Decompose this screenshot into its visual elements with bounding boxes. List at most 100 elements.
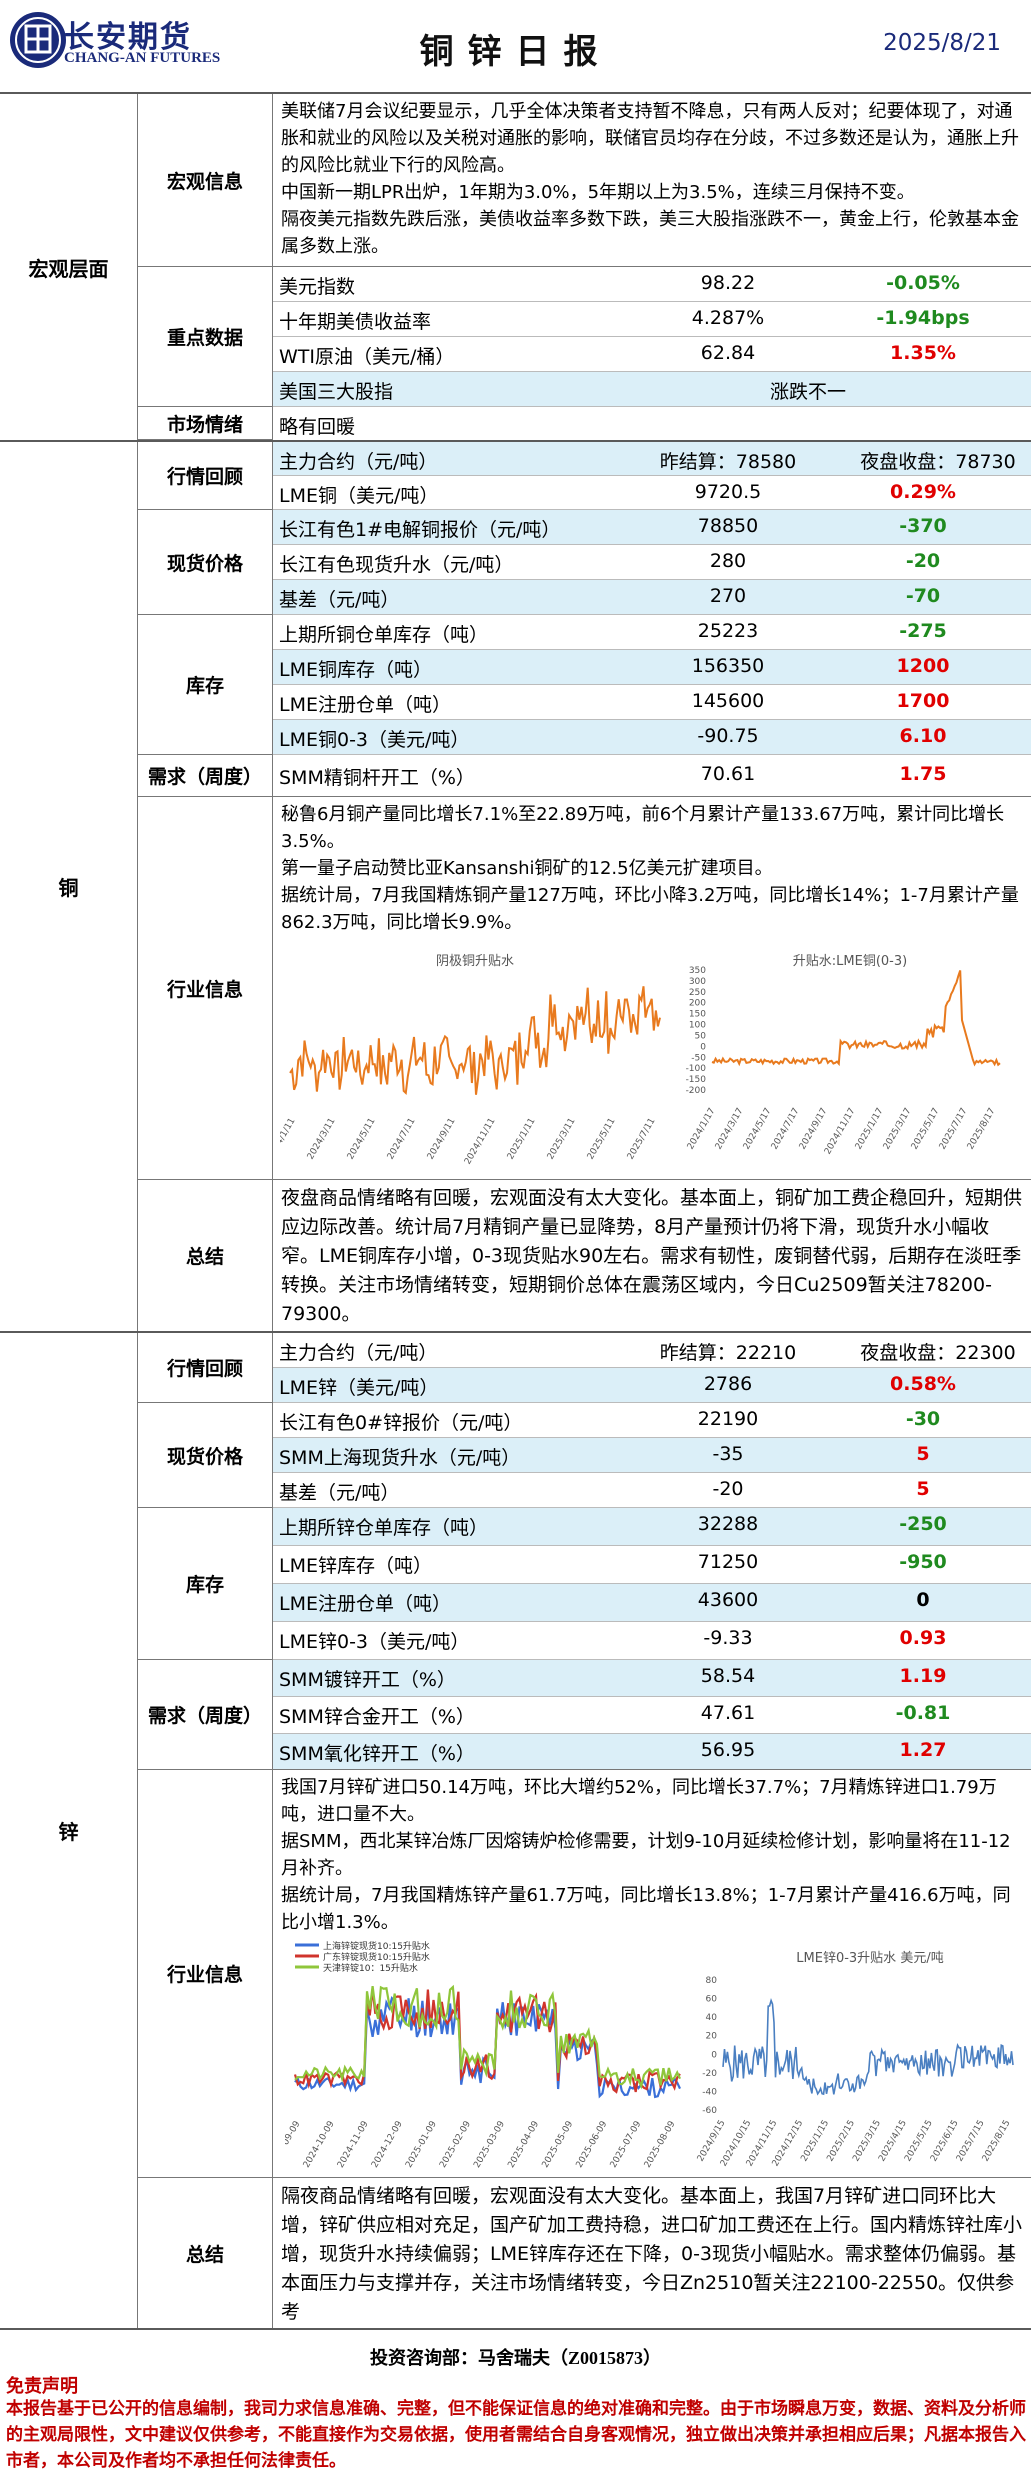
zn-spot-row: SMM上海现货升水（元/吨） -35 5 [273,1438,1031,1473]
lme-cu-y-tick: -200 [686,1086,707,1096]
sentiment-row: 略有回暖 [279,416,356,438]
zn-spot-x-tick: 2025-05-09 [541,2119,576,2170]
cu-industry-label: 行业信息 [138,797,273,1180]
macro-info-label: 宏观信息 [138,94,273,267]
lme-cu-y-tick: 300 [689,977,706,987]
zn-spot-x-tick: 2024-11-09 [336,2119,371,2170]
zn-spot-x-tick: 2025-08-09 [643,2119,678,2170]
zn-spot-label: 现货价格 [138,1403,273,1508]
zn-stock-label: 库存 [138,1508,273,1660]
zn-industry-paragraph: 据统计局，7月我国精炼锌产量61.7万吨，同比增长13.8%；1-7月累计产量4… [281,1885,1011,1933]
lme-cu-y-tick: 200 [689,999,706,1009]
zn-demand-row: SMM氧化锌开工（%） 56.95 1.27 [273,1734,1031,1770]
cu-basis-series-line [289,986,661,1095]
lme-cu-y-tick: -150 [686,1075,707,1085]
cu-spot-row: 基差（元/吨） 270 -70 [273,580,1031,615]
cu-stock-row: LME铜库存（吨） 156350 1200 [273,650,1031,685]
lme-cu-y-tick: 0 [700,1042,706,1052]
cu-spot-row: 长江有色现货升水（元/吨） 280 -20 [273,545,1031,580]
cu-spot-row: 长江有色1#电解铜报价（元/吨） 78850 -370 [273,510,1031,545]
zn-spot-row: 基差（元/吨） -20 5 [273,1473,1031,1508]
cu-industry-paragraph: 第一量子启动赞比亚Kansanshi铜矿的12.5亿美元扩建项目。 [281,858,773,879]
zn-spot-x-tick: 2025-01-09 [404,2119,439,2170]
zn-spot-legend-label: 天津锌锭10：15升贴水 [323,1962,418,1974]
macro-paragraph: 美联储7月会议纪要显示，几乎全体决策者支持暂不降息，只有两人反对；纪要体现了，对… [281,101,1019,176]
zn-spot-series-line [294,1984,682,2090]
lme-zn-y-tick: -20 [702,2069,717,2079]
zn-market-label: 行情回顾 [138,1333,273,1403]
cu-basis-x-tick: 2025/1/11 [506,1117,538,1162]
macro-section-label: 宏观层面 [0,94,138,440]
cu-basis-x-tick: 2025/5/11 [586,1117,618,1162]
lme-cu-x-tick: 2025/7/17 [938,1107,970,1152]
key-data-row: WTI原油（美元/桶） 62.84 1.35% [273,337,1031,372]
lme-cu-y-tick: 250 [689,988,706,998]
lme-zn-y-tick: 20 [706,2032,718,2042]
zn-spot-x-tick: 2025-02-09 [438,2119,473,2170]
zn-spot-x-tick: 2025-06-09 [575,2119,610,2170]
zn-spot-x-tick: 2025-04-09 [506,2119,541,2170]
zinc-section-label: 锌 [0,1333,138,2328]
report-title: 铜锌日报 [419,32,612,72]
cu-stock-label: 库存 [138,615,273,755]
zn-spot-x-tick: 2025-07-09 [609,2119,644,2170]
lme-cu-x-tick: 2025/3/17 [882,1107,914,1152]
key-data-row: 美国三大股指 涨跌不一 [273,372,1031,407]
key-data-row: 十年期美债收益率 4.287% -1.94bps [273,302,1031,337]
cu-basis-chart-title: 阴极铜升贴水 [436,954,514,969]
zn-spot-series-line [294,1995,681,2099]
cu-stock-row: LME铜0-3（美元/吨） -90.75 6.10 [273,720,1031,755]
lme-cu-y-tick: -50 [691,1053,706,1063]
zn-spot-row: 长江有色0#锌报价（元/吨） 22190 -30 [273,1403,1031,1438]
zn-market-row: 主力合约（元/吨） 昨结算：22210 夜盘收盘：22300 [273,1333,1031,1368]
lme-zn-chart: LME锌0-3升贴水 美元/吨 806040200-20-40-60 2024/… [695,1940,1020,2170]
zn-spot-series-line [293,1988,681,2094]
cu-market-label: 行情回顾 [138,442,273,510]
cu-basis-x-tick: 2025/7/11 [626,1117,658,1162]
zn-summary-label: 总结 [138,2178,273,2328]
cu-stock-row: LME注册仓单（吨） 145600 1700 [273,685,1031,720]
lme-cu-chart-title: 升贴水:LME铜(0-3) [793,954,907,969]
zn-industry-label: 行业信息 [138,1770,273,2178]
lme-cu-x-tick: 2024/5/17 [742,1107,774,1152]
cu-basis-x-tick: 2024/1/11 [280,1117,298,1162]
cu-spot-label: 现货价格 [138,510,273,615]
key-data-label: 重点数据 [138,267,273,407]
lme-cu-x-tick: 2024/1/17 [686,1107,718,1152]
zn-demand-label: 需求（周度） [138,1660,273,1770]
consult-line: 投资咨询部：马舍瑞夫（Z0015873） [369,2348,661,2368]
macro-paragraph: 中国新一期LPR出炉，1年期为3.0%，5年期以上为3.5%，连续三月保持不变。 [281,182,915,203]
key-data-row: 美元指数 98.22 -0.05% [273,267,1031,302]
lme-cu-x-tick: 2025/8/17 [966,1107,998,1152]
cu-summary-text: 夜盘商品情绪略有回暖，宏观面没有太大变化。基本面上，铜矿加工费企稳回升，短期供应… [281,1187,1023,1325]
sentiment-label: 市场情绪 [138,407,273,440]
lme-cu-chart: 升贴水:LME铜(0-3) 350300250200150100500-50-1… [680,940,1020,1170]
cu-basis-x-tick: 2024/11/11 [463,1117,498,1167]
cu-market-row: 主力合约（元/吨） 昨结算：78580 夜盘收盘：78730 [273,442,1031,476]
cu-basis-x-tick: 2024/7/11 [386,1117,418,1162]
zn-stock-row: LME锌0-3（美元/吨） -9.33 0.93 [273,1622,1031,1660]
zn-spot-x-tick: 2024-09-09 [285,2119,303,2170]
zn-stock-row: LME注册仓单（吨） 43600 0 [273,1584,1031,1622]
lme-cu-y-tick: 150 [689,1010,706,1020]
lme-cu-y-tick: 50 [695,1031,707,1041]
lme-zn-series-line [722,1997,1014,2096]
zn-industry-paragraph: 据SMM，西北某锌冶炼厂因熔铸炉检修需要，计划9-10月延续检修计划，影响量将在… [281,1831,1011,1879]
zn-spot-x-tick: 2024-10-09 [302,2119,337,2170]
report-date: 2025/8/21 [883,30,1001,56]
zn-stock-row: LME锌库存（吨） 71250 -950 [273,1546,1031,1584]
lme-cu-series-line [711,970,1001,1067]
zn-market-row: LME锌（美元/吨） 2786 0.58% [273,1368,1031,1403]
copper-section-label: 铜 [0,442,138,1331]
lme-cu-y-tick: 100 [689,1021,706,1031]
disclaimer-title: 免责声明 [6,2376,78,2396]
cu-basis-x-tick: 2024/5/11 [346,1117,378,1162]
lme-zn-y-tick: 40 [706,2013,718,2023]
lme-cu-x-tick: 2024/11/17 [823,1107,858,1157]
zn-spot-x-tick: 2025-03-09 [472,2119,507,2170]
lme-zn-y-tick: 80 [706,1976,718,1986]
report-page: { "header":{ "company_cn":"长安期货", "compa… [0,0,1031,2478]
lme-cu-x-tick: 2024/9/17 [798,1107,830,1152]
zn-spot-chart: 上海锌锭现货10:15升贴水广东锌锭现货10:15升贴水天津锌锭10：15升贴水… [285,1935,685,2171]
lme-cu-x-tick: 2025/1/17 [854,1107,886,1152]
